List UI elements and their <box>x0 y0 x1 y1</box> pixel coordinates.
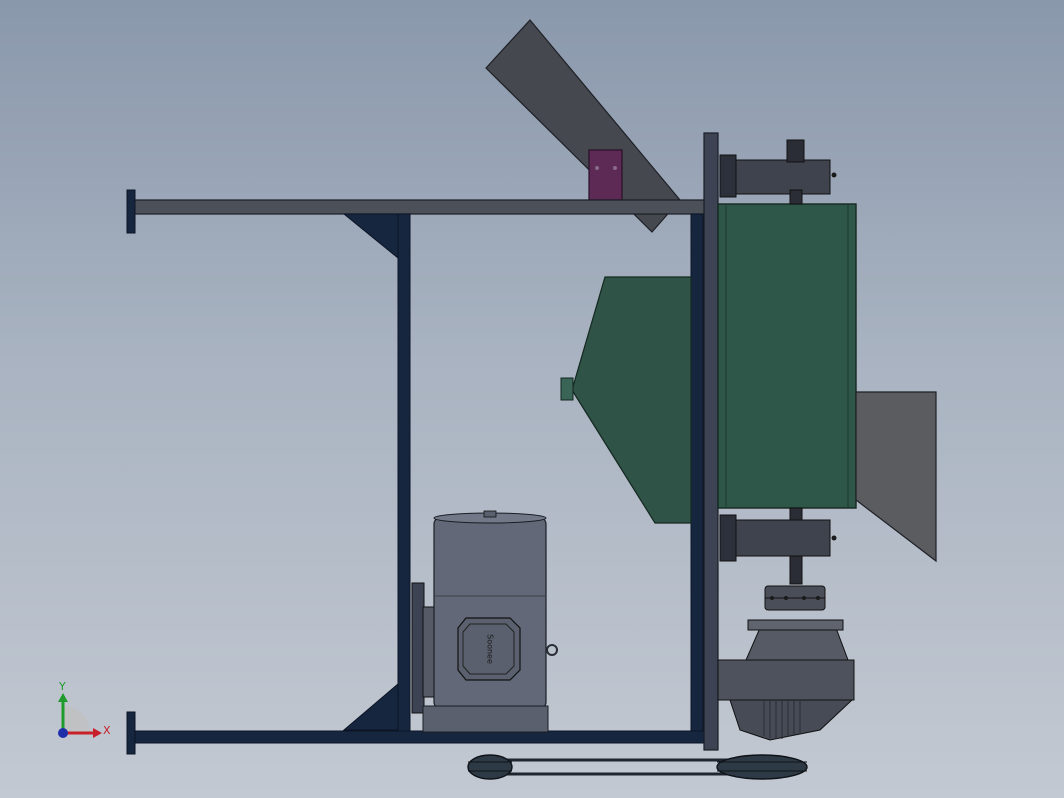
z-axis-dot <box>58 728 68 738</box>
x-axis-label: X <box>103 724 111 737</box>
housing-spout[interactable] <box>560 377 574 401</box>
bracket-bolt <box>613 166 617 170</box>
motor-base[interactable] <box>422 705 549 733</box>
upper-bearing-housing[interactable] <box>719 154 737 198</box>
bearing-bolt <box>831 172 837 178</box>
bracket-bolt <box>595 166 599 170</box>
lower-bearing-body[interactable] <box>735 519 831 557</box>
coupling-bolt <box>816 596 820 600</box>
base-rail-end-plate[interactable] <box>126 711 136 755</box>
motor-mount-plate[interactable] <box>411 582 425 714</box>
top-beam[interactable] <box>132 199 706 215</box>
gearbox-top[interactable] <box>745 627 849 661</box>
y-axis-head <box>58 693 68 702</box>
reference-triad: X Y <box>58 680 111 738</box>
x-axis-head <box>93 728 102 738</box>
lower-bearing-housing[interactable] <box>719 514 737 562</box>
triad-arc <box>63 706 90 733</box>
frame-post-left[interactable] <box>397 213 411 733</box>
motor-pulley[interactable] <box>467 754 513 780</box>
upper-shaft[interactable] <box>789 189 803 205</box>
frame-post-right[interactable] <box>690 213 704 735</box>
gearbox-flange[interactable] <box>747 619 844 631</box>
gearbox-pulley[interactable] <box>716 754 808 780</box>
coupling-bolt <box>802 596 806 600</box>
motor-lifting-eye[interactable] <box>546 644 558 656</box>
cad-model-side-view[interactable]: Soonee <box>0 0 1064 798</box>
y-axis-label: Y <box>58 680 66 693</box>
coupling-bolt <box>770 596 774 600</box>
coupling-bolt <box>784 596 788 600</box>
main-enclosure[interactable] <box>717 203 857 509</box>
lower-gusset <box>342 682 399 731</box>
gearbox-body[interactable] <box>717 659 855 701</box>
motor-top-nub <box>483 510 497 518</box>
mounting-bracket[interactable] <box>588 149 623 201</box>
upper-bearing-body[interactable] <box>735 159 831 195</box>
motor-nameplate-text: Soonee <box>486 634 495 664</box>
crusher-housing[interactable] <box>571 276 692 524</box>
bearing-bolt <box>831 535 837 541</box>
upper-gusset <box>342 213 399 260</box>
base-rail[interactable] <box>132 730 706 744</box>
lower-shaft[interactable] <box>789 507 803 521</box>
gearbox-bottom[interactable] <box>729 699 854 741</box>
top-beam-end-plate[interactable] <box>126 189 136 234</box>
main-vertical-plate[interactable] <box>703 132 719 751</box>
discharge-chute[interactable] <box>855 391 937 563</box>
shaft-extension[interactable] <box>789 555 803 585</box>
graphics-viewport[interactable]: Soonee X Y <box>0 0 1064 798</box>
upper-shaft-cap[interactable] <box>786 139 805 163</box>
